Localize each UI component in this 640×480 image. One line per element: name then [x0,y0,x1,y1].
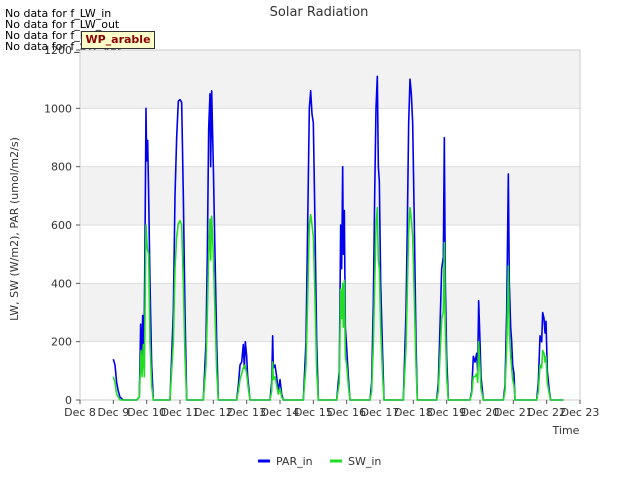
grid-band [80,166,580,225]
y-axis-label: LW, SW (W/m2), PAR (umol/m2/s) [8,137,21,321]
x-tick-label: Dec 8 [64,406,96,419]
x-tick-label: Dec 9 [97,406,129,419]
grid-band [80,283,580,342]
y-tick-label: 800 [51,161,72,174]
grid-band [80,50,580,109]
y-tick-label: 400 [51,277,72,290]
x-tick-label: Dec 23 [561,406,600,419]
legend-label: SW_in [348,455,381,468]
series-layer [112,75,564,401]
series-line-par-in [112,75,564,401]
chart: 020040060080010001200Dec 8 Dec 9Dec 10Dec… [8,5,600,468]
y-tick-label: 1200 [44,44,72,57]
x-axis-label: Time [552,424,580,437]
legend: PAR_in SW_in [258,455,381,468]
legend-label: PAR_in [276,455,313,468]
y-tick-label: 1000 [44,102,72,115]
y-tick-label: 600 [51,219,72,232]
y-tick-label: 200 [51,336,72,349]
background-bands [80,50,580,342]
chart-title: Solar Radiation [270,5,369,20]
